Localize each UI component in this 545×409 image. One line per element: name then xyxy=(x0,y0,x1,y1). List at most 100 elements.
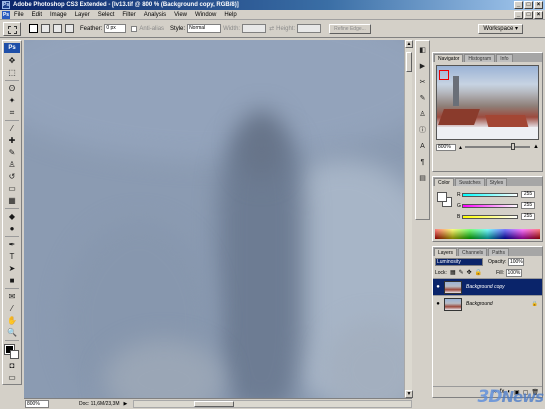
eraser-tool[interactable]: ▭ xyxy=(4,183,20,194)
menu-file[interactable]: File xyxy=(10,12,28,18)
navigator-zoom-knob[interactable] xyxy=(510,143,515,150)
layer-comps-dock-icon[interactable]: ▤ xyxy=(417,173,428,183)
color-spectrum-ramp[interactable] xyxy=(435,229,540,239)
screen-mode-icon[interactable]: ▭ xyxy=(4,372,20,383)
style-select[interactable]: Normal xyxy=(187,24,222,33)
color-slider[interactable] xyxy=(462,203,518,208)
path-selection-tool[interactable]: ➤ xyxy=(4,263,20,274)
color-slider[interactable] xyxy=(462,192,518,197)
clone-stamp-tool[interactable]: ♙ xyxy=(4,159,20,170)
horizontal-scrollbar[interactable] xyxy=(133,400,412,408)
workspace-button[interactable]: Workspace xyxy=(478,24,523,34)
zoom-level-field[interactable]: 800% xyxy=(25,400,49,408)
navigator-view-box[interactable] xyxy=(439,70,449,80)
color-panel-swatches[interactable] xyxy=(437,192,453,208)
info-dock-icon[interactable]: ⓘ xyxy=(417,125,428,135)
menu-view[interactable]: View xyxy=(170,12,191,18)
height-input[interactable] xyxy=(297,24,322,33)
layer-visibility-eye-icon[interactable]: ● xyxy=(433,301,443,307)
lock-pixels-icon[interactable]: ✎ xyxy=(459,269,464,276)
lock-position-icon[interactable]: ✥ xyxy=(467,269,472,276)
navigator-zoom-slider[interactable] xyxy=(465,143,531,150)
healing-brush-tool[interactable]: ✚ xyxy=(4,135,20,146)
type-tool[interactable]: T xyxy=(4,251,20,262)
notes-tool[interactable]: ✉ xyxy=(4,291,20,302)
status-menu-arrow[interactable]: ▶ xyxy=(123,401,127,407)
intersect-selection-icon[interactable] xyxy=(65,24,74,33)
menu-layer[interactable]: Layer xyxy=(71,12,94,18)
width-input[interactable] xyxy=(242,24,267,33)
eyedropper-sample-tool[interactable]: ⁄ xyxy=(4,303,20,314)
menu-select[interactable]: Select xyxy=(94,12,119,18)
layer-row[interactable]: ● Background 🔒 xyxy=(433,295,542,312)
navigator-zoom-field[interactable]: 800% xyxy=(436,143,456,151)
doc-close-button[interactable]: × xyxy=(534,11,543,19)
opacity-input[interactable]: 100% xyxy=(508,257,525,266)
color-foreground-swatch[interactable] xyxy=(437,192,447,202)
tab-color[interactable]: Color xyxy=(434,178,454,186)
maximize-button[interactable]: □ xyxy=(524,1,533,9)
crop-tool[interactable]: ⌗ xyxy=(4,107,20,118)
swap-icon[interactable]: ⇄ xyxy=(269,25,274,32)
doc-minimize-button[interactable]: _ xyxy=(514,11,523,19)
scroll-up-arrow[interactable]: ▲ xyxy=(405,40,413,48)
refine-edge-button[interactable]: Refine Edge... xyxy=(329,23,371,34)
color-slider[interactable] xyxy=(462,214,518,219)
channel-value-input[interactable]: 255 xyxy=(521,191,535,198)
history-brush-tool[interactable]: ↺ xyxy=(4,171,20,182)
tab-swatches[interactable]: Swatches xyxy=(454,178,485,186)
navigator-thumbnail[interactable] xyxy=(436,65,539,140)
shape-tool[interactable]: ■ xyxy=(4,275,20,286)
move-tool[interactable]: ✥ xyxy=(4,55,20,66)
anti-alias-checkbox[interactable] xyxy=(131,25,138,32)
menu-help[interactable]: Help xyxy=(220,12,240,18)
add-to-selection-icon[interactable] xyxy=(41,24,50,33)
foreground-background-swatches[interactable] xyxy=(4,344,20,360)
quick-mask-icon[interactable]: ◘ xyxy=(4,360,20,371)
menu-edit[interactable]: Edit xyxy=(28,12,46,18)
menu-analysis[interactable]: Analysis xyxy=(140,12,170,18)
hand-tool[interactable]: ✋ xyxy=(4,315,20,326)
layer-visibility-eye-icon[interactable]: ● xyxy=(433,284,443,290)
menu-window[interactable]: Window xyxy=(191,12,220,18)
doc-restore-button[interactable]: □ xyxy=(524,11,533,19)
tab-channels[interactable]: Channels xyxy=(458,248,488,256)
close-button[interactable]: × xyxy=(534,1,543,9)
actions-dock-icon[interactable]: ▶ xyxy=(417,61,428,71)
gradient-tool[interactable]: ▦ xyxy=(4,195,20,206)
character-dock-icon[interactable]: A xyxy=(417,141,428,151)
document-canvas[interactable] xyxy=(24,40,404,398)
layer-row[interactable]: ● Background copy xyxy=(433,278,542,295)
vertical-scroll-thumb[interactable] xyxy=(406,52,412,72)
history-dock-icon[interactable]: ◧ xyxy=(417,45,428,55)
scroll-down-arrow[interactable]: ▼ xyxy=(405,390,413,398)
tab-paths[interactable]: Paths xyxy=(488,248,509,256)
blur-tool[interactable]: ◆ xyxy=(4,211,20,222)
zoom-in-icon[interactable]: ▲ xyxy=(533,144,539,150)
horizontal-scroll-thumb[interactable] xyxy=(194,401,235,407)
tab-navigator[interactable]: Navigator xyxy=(434,54,464,62)
eyedropper-tool[interactable]: ⁄ xyxy=(4,123,20,134)
zoom-out-icon[interactable]: ▴ xyxy=(459,144,462,151)
new-selection-icon[interactable] xyxy=(29,24,38,33)
pen-tool[interactable]: ✒ xyxy=(4,239,20,250)
dodge-tool[interactable]: ● xyxy=(4,223,20,234)
brushes-dock-icon[interactable]: ✎ xyxy=(417,93,428,103)
channel-value-input[interactable]: 255 xyxy=(521,202,535,209)
background-color-swatch[interactable] xyxy=(10,350,19,359)
lock-all-icon[interactable]: 🔒 xyxy=(475,269,482,276)
tab-layers[interactable]: Layers xyxy=(434,248,458,256)
document-icon[interactable]: Ps xyxy=(2,10,10,19)
brush-tool[interactable]: ✎ xyxy=(4,147,20,158)
feather-input[interactable]: 0 px xyxy=(104,24,127,33)
tool-preset-picker[interactable] xyxy=(3,21,21,36)
marquee-tool[interactable]: ⬚ xyxy=(4,67,20,78)
tool-presets-dock-icon[interactable]: ✂ xyxy=(417,77,428,87)
magic-wand-tool[interactable]: ✦ xyxy=(4,95,20,106)
minimize-button[interactable]: _ xyxy=(514,1,523,9)
toolbox-ps-badge[interactable]: Ps xyxy=(4,43,20,53)
menu-image[interactable]: Image xyxy=(46,12,71,18)
clone-source-dock-icon[interactable]: ♙ xyxy=(417,109,428,119)
zoom-tool[interactable]: 🔍 xyxy=(4,327,20,338)
channel-value-input[interactable]: 255 xyxy=(521,213,535,220)
